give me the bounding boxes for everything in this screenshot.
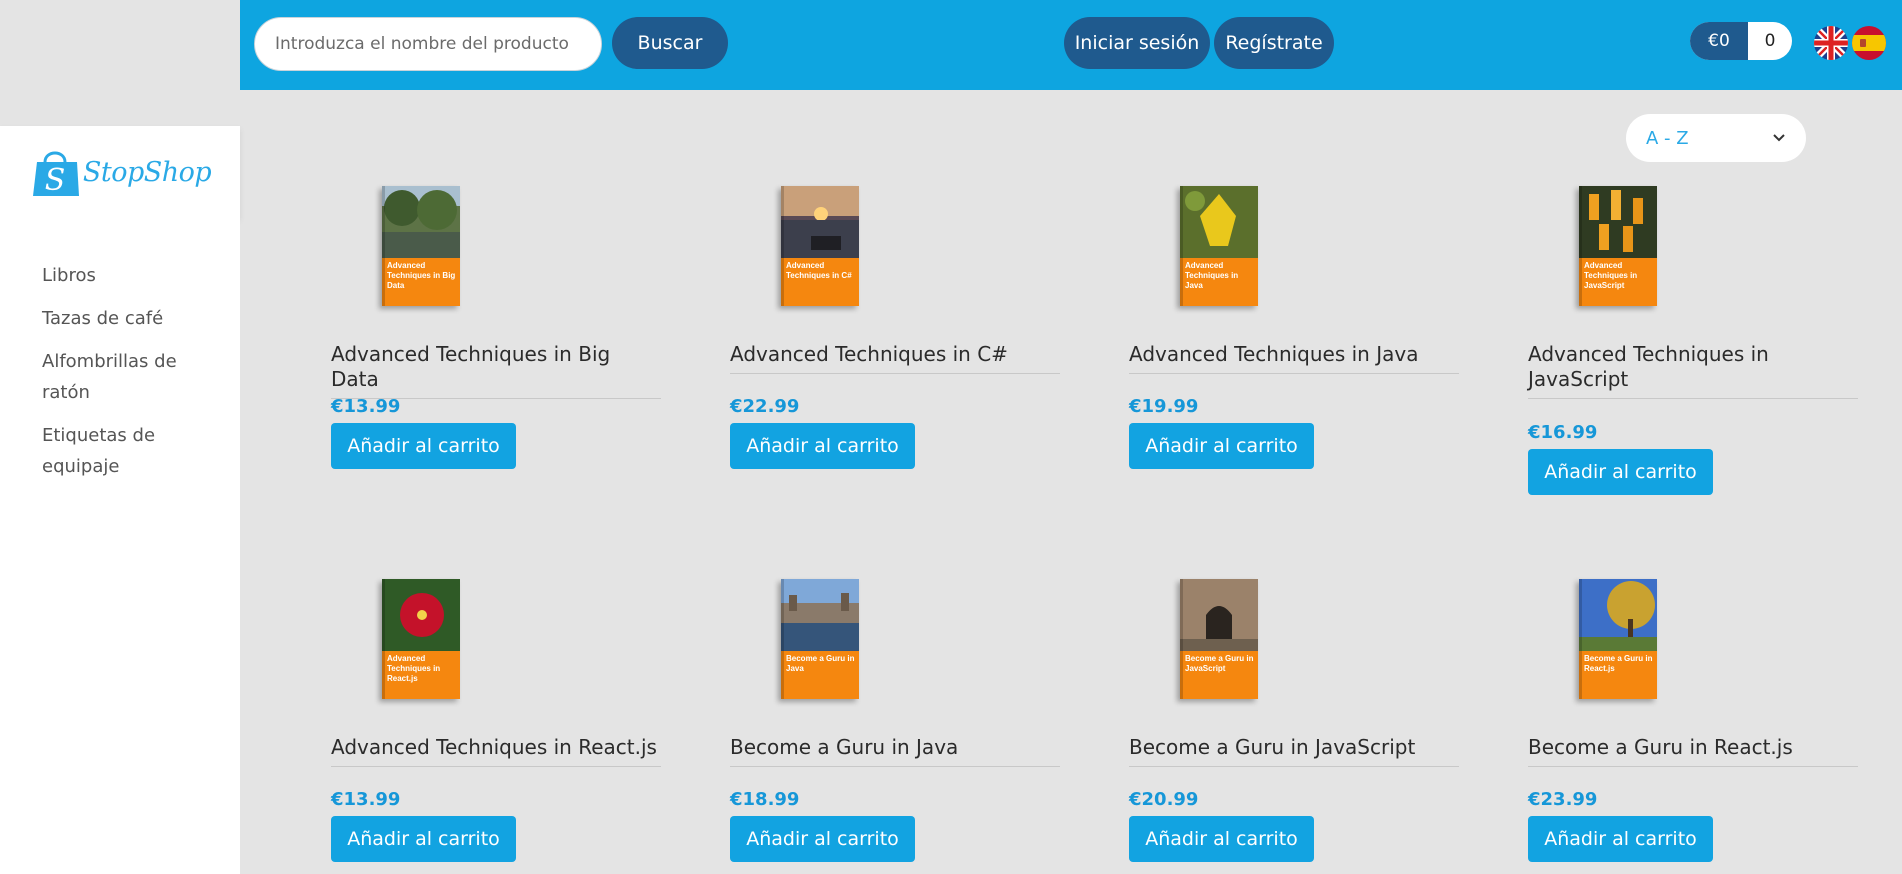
product-cover[interactable]: Become a Guru in Java xyxy=(781,579,859,699)
cover-title: Advanced Techniques in Java xyxy=(1185,261,1239,290)
add-to-cart-button[interactable]: Añadir al carrito xyxy=(1528,816,1713,862)
product-title[interactable]: Advanced Techniques in JavaScript xyxy=(1528,342,1858,399)
uk-flag-icon[interactable] xyxy=(1814,26,1848,60)
product-price: €19.99 xyxy=(1129,396,1199,417)
cover-photo-yellow-leaf xyxy=(1180,186,1258,258)
product-price: €22.99 xyxy=(730,396,800,417)
add-to-cart-button[interactable]: Añadir al carrito xyxy=(1528,449,1713,495)
cover-title: Advanced Techniques in Big Data xyxy=(387,261,456,290)
sidebar-item-libros[interactable]: Libros xyxy=(42,260,220,291)
cover-title: Advanced Techniques in C# xyxy=(786,261,852,280)
product-price: €20.99 xyxy=(1129,789,1199,810)
cover-title: Become a Guru in Java xyxy=(786,654,855,673)
product-title[interactable]: Become a Guru in React.js xyxy=(1528,735,1858,767)
chevron-down-icon xyxy=(1773,134,1785,142)
spain-flag-icon[interactable] xyxy=(1852,26,1886,60)
cover-title: Advanced Techniques in JavaScript xyxy=(1584,261,1638,290)
product-title[interactable]: Advanced Techniques in React.js xyxy=(331,735,661,767)
search-input[interactable] xyxy=(254,17,602,71)
cover-photo-stone-archway xyxy=(1180,579,1258,651)
sidebar-item-alfombrillas[interactable]: Alfombrillas de ratón xyxy=(42,346,192,408)
product-title[interactable]: Become a Guru in JavaScript xyxy=(1129,735,1459,767)
add-to-cart-button[interactable]: Añadir al carrito xyxy=(331,423,516,469)
register-button[interactable]: Regístrate xyxy=(1214,17,1334,69)
login-button[interactable]: Iniciar sesión xyxy=(1064,17,1210,69)
add-to-cart-button[interactable]: Añadir al carrito xyxy=(730,423,915,469)
product-cover[interactable]: Become a Guru in JavaScript xyxy=(1180,579,1258,699)
cart-widget[interactable]: €0 0 xyxy=(1690,22,1792,60)
cover-photo-bridge xyxy=(781,579,859,651)
product-title[interactable]: Advanced Techniques in Big Data xyxy=(331,342,661,399)
cover-photo-red-flower xyxy=(382,579,460,651)
svg-text:S: S xyxy=(45,163,66,198)
product-cover[interactable]: Advanced Techniques in Java xyxy=(1180,186,1258,306)
cart-count: 0 xyxy=(1764,31,1776,51)
cover-photo-autumn-tree xyxy=(1579,579,1657,651)
product-cover[interactable]: Advanced Techniques in C# xyxy=(781,186,859,306)
add-to-cart-button[interactable]: Añadir al carrito xyxy=(1129,816,1314,862)
product-price: €18.99 xyxy=(730,789,800,810)
sidebar-item-etiquetas[interactable]: Etiquetas de equipaje xyxy=(42,420,192,482)
cover-photo-orange-flowers xyxy=(1579,186,1657,258)
category-sidebar: Libros Tazas de café Alfombrillas de rat… xyxy=(0,218,240,874)
product-cover[interactable]: Advanced Techniques in JavaScript xyxy=(1579,186,1657,306)
product-title[interactable]: Become a Guru in Java xyxy=(730,735,1060,767)
sort-dropdown[interactable]: A - Z xyxy=(1626,114,1806,162)
cover-title: Become a Guru in React.js xyxy=(1584,654,1653,673)
add-to-cart-button[interactable]: Añadir al carrito xyxy=(1129,423,1314,469)
add-to-cart-button[interactable]: Añadir al carrito xyxy=(331,816,516,862)
sort-value: A - Z xyxy=(1646,127,1689,149)
cart-total: €0 xyxy=(1690,22,1748,60)
product-price: €23.99 xyxy=(1528,789,1598,810)
product-price: €13.99 xyxy=(331,789,401,810)
product-price: €13.99 xyxy=(331,396,401,417)
cover-photo-river xyxy=(382,186,460,258)
product-title[interactable]: Advanced Techniques in Java xyxy=(1129,342,1459,374)
logo-text: StopShop xyxy=(82,156,212,188)
top-bar: Buscar Iniciar sesión Regístrate €0 0 xyxy=(240,0,1902,90)
product-cover[interactable]: Advanced Techniques in Big Data xyxy=(382,186,460,306)
shopping-bag-icon: S xyxy=(32,151,79,198)
product-title[interactable]: Advanced Techniques in C# xyxy=(730,342,1060,374)
cover-title: Become a Guru in JavaScript xyxy=(1185,654,1254,673)
product-price: €16.99 xyxy=(1528,422,1598,443)
sidebar-item-tazas[interactable]: Tazas de café xyxy=(42,303,220,334)
product-cover[interactable]: Become a Guru in React.js xyxy=(1579,579,1657,699)
search-button[interactable]: Buscar xyxy=(612,17,728,69)
cover-title: Advanced Techniques in React.js xyxy=(387,654,441,683)
add-to-cart-button[interactable]: Añadir al carrito xyxy=(730,816,915,862)
logo[interactable]: S StopShop xyxy=(0,126,240,218)
cover-photo-sunset xyxy=(781,186,859,258)
product-cover[interactable]: Advanced Techniques in React.js xyxy=(382,579,460,699)
